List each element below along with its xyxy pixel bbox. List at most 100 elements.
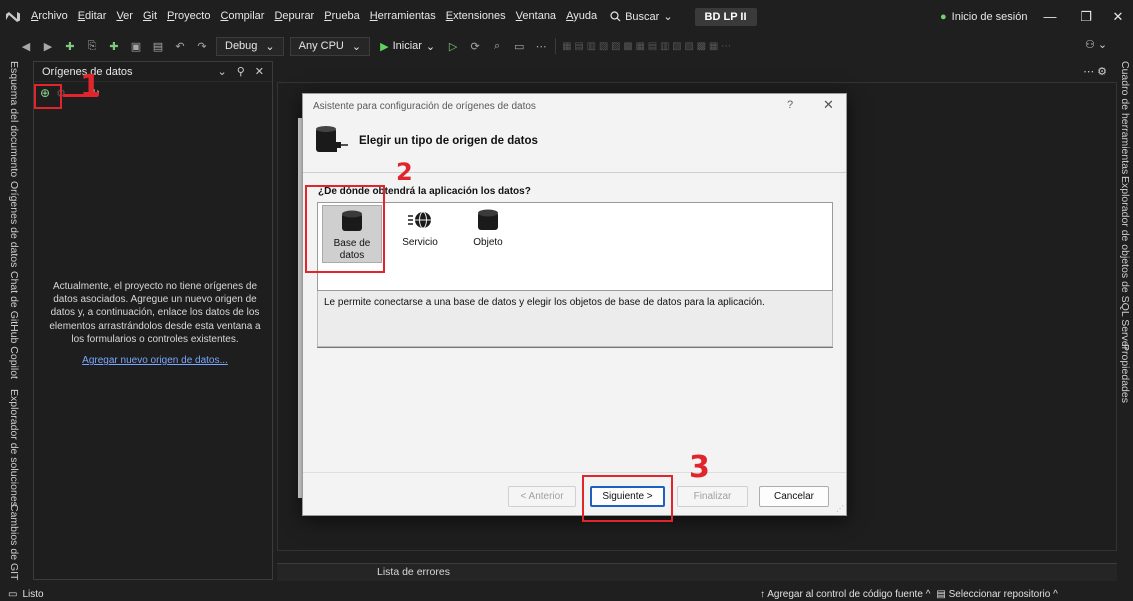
web-service-icon — [408, 211, 431, 229]
source-option-service[interactable]: Servicio — [390, 205, 450, 263]
menu-extensiones[interactable]: Extensiones — [441, 0, 511, 33]
source-control-button[interactable]: ↑ Agregar al control de código fuente ^ — [760, 589, 930, 600]
add-item-icon[interactable]: ✚ — [106, 38, 122, 54]
start-without-debug-icon[interactable]: ▷ — [445, 38, 461, 54]
layout-tools-icon: ▦ ▤ ▥ ▧ ▨ ▩ ▦ ▤ ▥ ▧ ▨ ▩ ▦ ⋯ — [562, 40, 732, 52]
live-share-icon[interactable]: ⚇ ⌄ — [1085, 38, 1107, 51]
browser-link-icon[interactable]: ⟳ — [467, 38, 483, 54]
tab-esquema-documento[interactable]: Esquema del documento — [8, 61, 20, 177]
tab-cambios-git[interactable]: Cambios de GIT — [8, 504, 20, 580]
undo-icon[interactable]: ↶ — [172, 38, 188, 54]
new-project-icon[interactable]: ✚ — [62, 38, 78, 54]
maximize-button[interactable]: ❐ — [1071, 0, 1101, 33]
annotation-number-2: 2 — [396, 158, 413, 186]
platform-dropdown[interactable]: Any CPU ⌄ — [289, 36, 371, 56]
play-icon: ▶ — [380, 40, 389, 53]
resize-grip-icon[interactable]: ⋰ — [836, 504, 844, 513]
back-icon[interactable]: ◀ — [18, 38, 34, 54]
menu-ventana[interactable]: Ventana — [511, 0, 561, 33]
open-file-icon[interactable]: ⎘ — [84, 38, 100, 54]
annotation-number-1: 1 — [80, 69, 101, 104]
chevron-up-icon: ^ — [1053, 588, 1058, 600]
pin-icon[interactable]: ⚲ — [237, 65, 245, 78]
editor-tab-strip: ⋯ ⚙ — [277, 61, 1117, 83]
tab-sql-server-explorer[interactable]: Explorador de objetos de SQL Server — [1119, 176, 1131, 350]
save-icon[interactable]: ▣ — [128, 38, 144, 54]
description-underline — [317, 347, 833, 348]
tab-propiedades[interactable]: Propiedades — [1119, 344, 1131, 403]
help-button[interactable]: ? — [787, 99, 793, 111]
source-option-label: Servicio — [402, 237, 438, 248]
start-label: Iniciar — [392, 40, 422, 52]
menu-depurar[interactable]: Depurar — [269, 0, 319, 33]
menu-proyecto[interactable]: Proyecto — [162, 0, 215, 33]
footer-separator — [303, 472, 846, 473]
annotation-box-1 — [34, 84, 62, 109]
dialog-close-button[interactable]: ✕ — [823, 97, 834, 113]
window-icon[interactable]: ▭ — [511, 38, 527, 54]
chevron-down-icon: ⌄ — [351, 40, 362, 53]
menu-archivo[interactable]: Archivo — [26, 0, 73, 33]
object-icon — [478, 209, 498, 230]
status-icon: ▭ — [8, 588, 18, 600]
back-button[interactable]: < Anterior — [508, 486, 576, 507]
tab-origenes-datos[interactable]: Orígenes de datos — [8, 181, 20, 267]
toolbar-separator — [555, 38, 557, 54]
source-control-label: Agregar al control de código fuente — [767, 588, 923, 600]
configuration-dropdown[interactable]: Debug ⌄ — [216, 36, 284, 56]
menu-ayuda[interactable]: Ayuda — [561, 0, 602, 33]
tab-github-copilot[interactable]: Chat de GitHub Copilot — [8, 271, 20, 379]
annotation-underline-1 — [63, 94, 98, 97]
search-box[interactable]: Buscar ⌄ — [602, 10, 680, 23]
add-data-source-link[interactable]: Agregar nuevo origen de datos... — [44, 355, 266, 366]
error-list-tab[interactable]: Lista de errores — [277, 563, 1117, 581]
forward-icon[interactable]: ▶ — [40, 38, 56, 54]
annotation-box-3 — [582, 475, 673, 522]
annotation-box-2 — [305, 185, 385, 273]
status-label: Listo — [22, 588, 44, 600]
data-sources-panel: Orígenes de datos ⌄ ⚲ ✕ ⊕ ⚙ ↻ Actualment… — [33, 61, 273, 580]
chevron-down-icon[interactable]: ⌄ — [218, 65, 227, 78]
menu-prueba[interactable]: Prueba — [319, 0, 364, 33]
menu-editar[interactable]: Editar — [73, 0, 112, 33]
sign-in-button[interactable]: ● Inicio de sesión — [940, 0, 1027, 33]
solution-name-badge[interactable]: BD LP II — [694, 7, 757, 26]
source-option-object[interactable]: Objeto — [458, 205, 518, 263]
menu-herramientas[interactable]: Herramientas — [365, 0, 441, 33]
chevron-down-icon: ⌄ — [425, 40, 436, 53]
data-source-wizard-dialog: Asistente para configuración de orígenes… — [302, 93, 847, 516]
start-debug-button[interactable]: ▶ Iniciar ⌄ — [376, 40, 439, 53]
data-source-type-list: Base de datos Servicio Objeto — [317, 202, 833, 291]
right-tool-tabs: Cuadro de herramientas Explorador de obj… — [1117, 59, 1133, 587]
data-sources-header: Orígenes de datos ⌄ ⚲ ✕ — [34, 62, 272, 82]
menu-compilar[interactable]: Compilar — [215, 0, 269, 33]
redo-icon[interactable]: ↷ — [194, 38, 210, 54]
menu-git[interactable]: Git — [138, 0, 162, 33]
left-tool-tabs: Esquema del documento Orígenes de datos … — [0, 59, 30, 587]
minimize-button[interactable]: — — [1035, 0, 1065, 33]
cancel-button[interactable]: Cancelar — [759, 486, 829, 507]
select-repo-button[interactable]: ▤ Seleccionar repositorio ^ — [936, 589, 1057, 600]
save-all-icon[interactable]: ▤ — [150, 38, 166, 54]
dialog-title: Asistente para configuración de orígenes… — [313, 100, 536, 112]
configuration-value: Debug — [225, 40, 258, 52]
data-sources-toolbar: ⊕ ⚙ ↻ — [34, 82, 272, 104]
tab-cuadro-herramientas[interactable]: Cuadro de herramientas — [1119, 61, 1131, 174]
account-icon: ● — [940, 10, 947, 23]
annotation-number-3: 3 — [689, 450, 710, 485]
more-icon[interactable]: ⋯ — [533, 38, 549, 54]
repository-icon: ▤ — [936, 588, 946, 600]
close-icon[interactable]: ✕ — [255, 65, 264, 78]
visual-studio-logo-icon[interactable] — [0, 0, 26, 33]
finish-button[interactable]: Finalizar — [677, 486, 748, 507]
arrow-up-icon: ↑ — [760, 588, 765, 600]
status-right: ↑ Agregar al control de código fuente ^ … — [760, 587, 1058, 601]
no-data-sources-message: Actualmente, el proyecto no tiene orígen… — [49, 281, 261, 345]
more-options-icon[interactable]: ⋯ ⚙ — [1083, 65, 1107, 78]
tab-explorador-soluciones[interactable]: Explorador de soluciones — [8, 389, 20, 507]
close-window-button[interactable]: ✕ — [1103, 0, 1133, 33]
search-label: Buscar — [625, 10, 660, 23]
chevron-up-icon: ^ — [925, 588, 931, 600]
find-icon[interactable]: ⌕ — [489, 38, 505, 54]
menu-ver[interactable]: Ver — [111, 0, 138, 33]
